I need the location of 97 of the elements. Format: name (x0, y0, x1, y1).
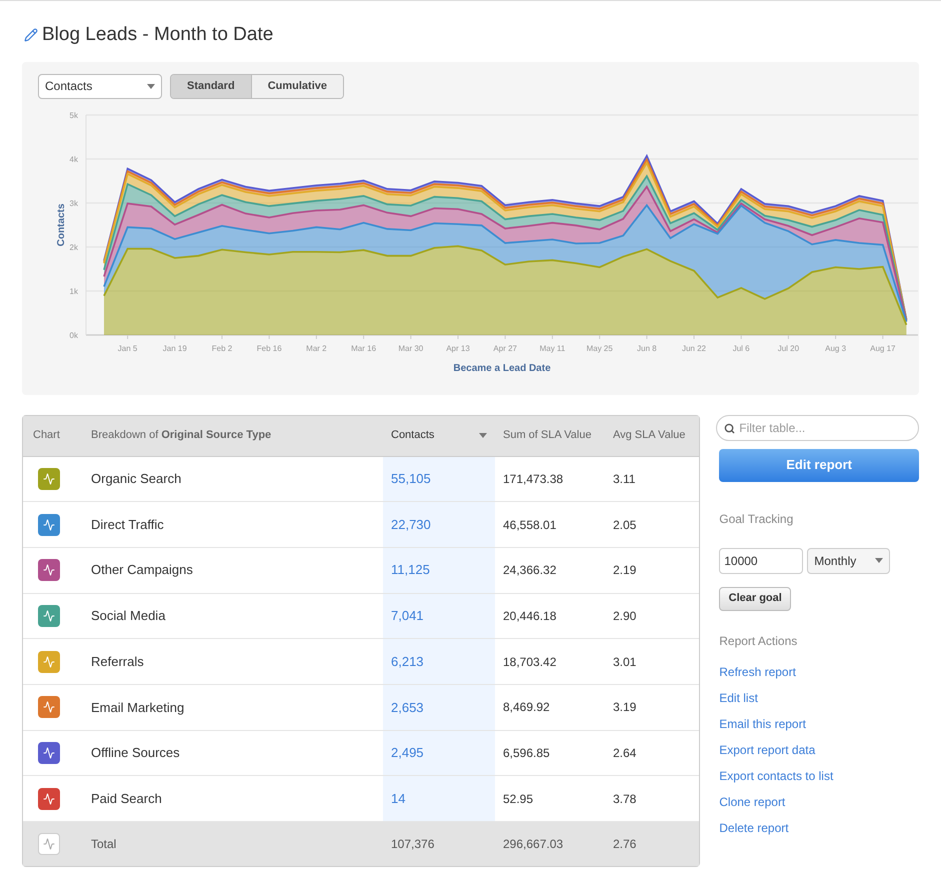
column-header[interactable]: Chart (23, 416, 83, 456)
pencil-icon[interactable] (24, 28, 38, 42)
table-cell-text: Total (90, 836, 118, 853)
x-tick-label: Jan 5 (118, 344, 138, 352)
series-chart-icon[interactable] (38, 742, 60, 764)
page-title: Blog Leads - Month to Date (42, 23, 274, 47)
table-cell[interactable]: 6,213 (383, 639, 495, 684)
x-tick-label: Jul 6 (732, 344, 750, 352)
search-icon (724, 422, 736, 434)
table-cell-text: 171,473.38 (502, 470, 564, 488)
table-cell-text: 18,703.42 (502, 654, 558, 671)
table-cell-text: Social Media (90, 607, 166, 626)
x-tick-label: May 11 (540, 344, 566, 352)
column-header[interactable]: Contacts (383, 416, 495, 456)
column-header[interactable]: Avg SLA Value (605, 416, 700, 456)
table-cell-text: 2.76 (612, 836, 638, 853)
series-chart-icon[interactable] (38, 468, 60, 490)
x-tick-label: Feb 2 (212, 344, 232, 352)
y-tick-label: 0k (70, 330, 78, 340)
table-cell-text: Paid Search (90, 790, 163, 808)
table-cell-text: Offline Sources (90, 744, 181, 762)
table-cell-text: Direct Traffic (90, 516, 165, 534)
table-cell[interactable]: 2,653 (383, 684, 495, 730)
table-cell-text: 2.64 (612, 744, 638, 762)
series-chart-icon[interactable] (38, 514, 60, 536)
total-chart-icon[interactable] (38, 833, 60, 855)
report-action-link[interactable]: Email this report (719, 716, 919, 732)
x-tick-label: Jul 20 (778, 344, 800, 352)
report-action-link[interactable]: Delete report (719, 820, 919, 836)
x-tick-label: Jun 8 (637, 344, 657, 352)
y-tick-label: 2k (70, 242, 78, 252)
x-tick-label: Mar 16 (351, 344, 376, 352)
table-cell-text: 2.19 (612, 562, 638, 580)
table-cell-text: 3.01 (612, 654, 638, 671)
x-axis-title: Became a Lead Date (453, 362, 551, 374)
caret-icon (147, 84, 155, 88)
table-cell[interactable]: 2,495 (383, 730, 495, 776)
table-cell-text: 46,558.01 (502, 516, 558, 534)
series-chart-icon[interactable] (38, 788, 60, 810)
y-tick-label: 1k (70, 286, 78, 296)
table-cell[interactable]: 7,041 (383, 594, 495, 638)
table-cell[interactable]: 22,730 (383, 502, 495, 547)
table-cell-text: 2.05 (612, 516, 638, 534)
x-tick-label: Mar 2 (306, 344, 327, 352)
table-cell[interactable]: 14 (383, 776, 495, 821)
table-cell-text: 3.19 (612, 699, 638, 716)
table-cell-text: Referrals (90, 652, 145, 671)
period-select[interactable]: Monthly (807, 548, 890, 574)
y-tick-label: 5k (70, 110, 78, 120)
table-cell-text: 3.11 (612, 470, 636, 488)
report-action-link[interactable]: Export contacts to list (719, 768, 919, 784)
table-cell-text: 6,596.85 (502, 744, 551, 762)
table-cell-text: 52.95 (502, 790, 534, 808)
table-cell-text: 8,469.92 (502, 699, 551, 716)
series-chart-icon[interactable] (38, 696, 60, 718)
table-cell-text: 2.90 (612, 608, 638, 625)
x-tick-label: Apr 13 (446, 344, 470, 352)
x-tick-label: Aug 17 (870, 344, 896, 352)
caret-icon (875, 558, 884, 563)
edit-report-button[interactable]: Edit report (719, 448, 919, 482)
section-heading: Goal Tracking (719, 510, 794, 528)
report-action-link[interactable]: Refresh report (719, 664, 919, 680)
sort-caret-icon (479, 433, 487, 438)
report-action-link[interactable]: Clone report (719, 794, 919, 810)
view-tab[interactable]: Cumulative (250, 74, 343, 98)
table-cell-text: Other Campaigns (90, 561, 194, 580)
column-header[interactable]: Sum of SLA Value (495, 416, 605, 456)
x-tick-label: Mar 30 (398, 344, 424, 352)
x-tick-label: Jun 22 (682, 344, 706, 352)
table-cell-text: 296,667.03 (502, 836, 564, 853)
table-cell[interactable]: 55,105 (383, 456, 495, 502)
clear-goal-button[interactable]: Clear goal (719, 586, 792, 610)
report-action-link[interactable]: Edit list (719, 690, 919, 706)
table-cell-text: 24,366.32 (502, 562, 558, 580)
table-cell-text: Email Marketing (90, 698, 186, 717)
table-cell-text: 20,446.18 (502, 608, 558, 625)
column-header[interactable]: Breakdown of Original Source Type (83, 416, 383, 456)
section-heading: Report Actions (719, 632, 798, 650)
table-cell-text: Organic Search (90, 470, 182, 488)
report-action-link[interactable]: Export report data (719, 742, 919, 758)
x-tick-label: Feb 16 (256, 344, 282, 352)
table-cell-text: 3.78 (612, 790, 638, 808)
filter-field[interactable]: Filter table... (716, 414, 919, 440)
metric-select[interactable]: Contacts (38, 74, 162, 98)
y-tick-label: 3k (70, 198, 78, 208)
x-tick-label: Aug 3 (825, 344, 846, 352)
goal-field[interactable]: 10000 (719, 548, 804, 574)
view-tab[interactable]: Standard (171, 74, 251, 98)
x-tick-label: Apr 27 (493, 344, 517, 352)
series-chart-icon[interactable] (38, 559, 60, 582)
series-chart-icon[interactable] (38, 604, 60, 627)
table-cell[interactable]: 11,125 (383, 548, 495, 593)
x-tick-label: May 25 (586, 344, 613, 352)
y-tick-label: 4k (70, 154, 78, 164)
y-axis-title: Contacts (56, 203, 67, 246)
table-cell-text: 107,376 (390, 836, 436, 853)
x-tick-label: Jan 19 (162, 344, 187, 352)
